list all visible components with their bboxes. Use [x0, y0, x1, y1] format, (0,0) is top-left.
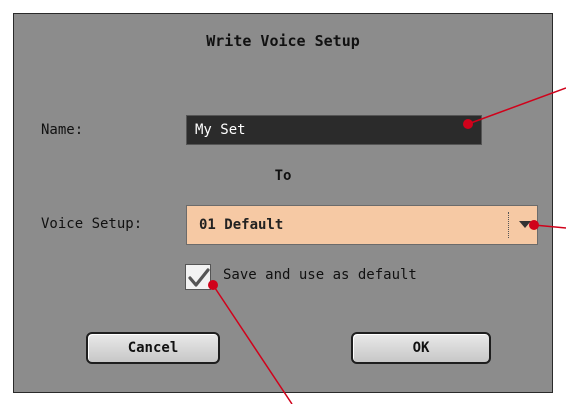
voice-setup-label: Voice Setup: — [41, 216, 143, 232]
ok-button[interactable]: OK — [351, 332, 491, 364]
voice-setup-value: 01 Default — [199, 217, 284, 233]
save-default-checkbox[interactable] — [185, 264, 211, 290]
to-label: To — [274, 168, 292, 184]
checkmark-icon — [188, 268, 210, 287]
dialog-title: Write Voice Setup — [206, 32, 360, 50]
name-label: Name: — [41, 122, 84, 138]
select-divider — [508, 212, 509, 238]
voice-setup-select[interactable]: 01 Default — [186, 205, 538, 245]
cancel-button[interactable]: Cancel — [86, 332, 220, 364]
write-voice-setup-dialog: Write Voice Setup Name: My Set To Voice … — [13, 13, 553, 393]
name-field[interactable]: My Set — [186, 115, 482, 145]
dropdown-arrow-icon[interactable] — [519, 221, 531, 228]
save-default-label: Save and use as default — [223, 267, 417, 283]
